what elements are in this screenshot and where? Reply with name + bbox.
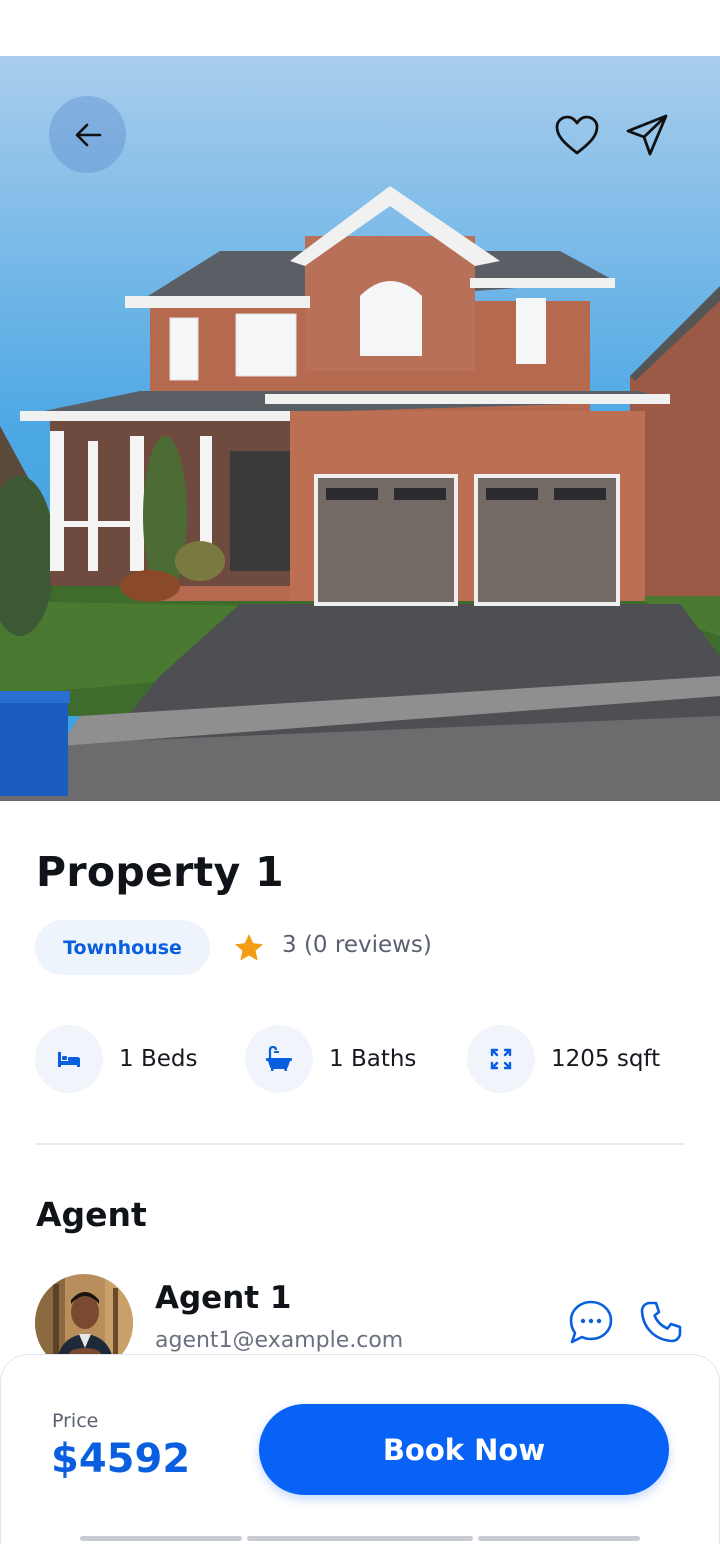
beds-label: 1 Beds bbox=[119, 1046, 198, 1072]
rating-text: 3 (0 reviews) bbox=[282, 932, 432, 958]
area-label: 1205 sqft bbox=[551, 1046, 661, 1072]
heart-icon bbox=[555, 115, 599, 155]
back-button[interactable] bbox=[49, 96, 126, 173]
arrow-left-icon bbox=[75, 123, 101, 146]
home-indicator-segment bbox=[247, 1536, 473, 1541]
chat-bubble-icon bbox=[569, 1300, 613, 1344]
feature-baths: 1 Baths bbox=[245, 1025, 416, 1093]
property-photo bbox=[0, 56, 720, 801]
agent-section-heading: Agent bbox=[36, 1195, 147, 1234]
agent-name: Agent 1 bbox=[155, 1280, 292, 1316]
baths-label: 1 Baths bbox=[329, 1046, 417, 1072]
price-value: $4592 bbox=[51, 1436, 191, 1482]
phone-icon bbox=[640, 1301, 682, 1343]
bathtub-icon bbox=[245, 1025, 313, 1093]
share-button[interactable] bbox=[622, 110, 672, 160]
status-bar bbox=[0, 0, 720, 56]
star-icon bbox=[235, 934, 263, 961]
home-indicator-segment bbox=[478, 1536, 640, 1541]
send-icon bbox=[626, 114, 668, 156]
property-type-chip: Townhouse bbox=[35, 920, 210, 975]
message-agent-button[interactable] bbox=[566, 1297, 616, 1347]
expand-icon bbox=[467, 1025, 535, 1093]
bed-icon bbox=[35, 1025, 103, 1093]
call-agent-button[interactable] bbox=[636, 1297, 686, 1347]
favorite-button[interactable] bbox=[552, 112, 602, 158]
home-indicator-segment bbox=[80, 1536, 242, 1541]
book-now-button[interactable]: Book Now bbox=[259, 1404, 669, 1495]
feature-area: 1205 sqft bbox=[467, 1025, 660, 1093]
divider bbox=[35, 1143, 685, 1145]
agent-email: agent1@example.com bbox=[155, 1328, 404, 1353]
feature-beds: 1 Beds bbox=[35, 1025, 197, 1093]
property-title: Property 1 bbox=[36, 848, 284, 896]
price-label: Price bbox=[52, 1410, 99, 1432]
